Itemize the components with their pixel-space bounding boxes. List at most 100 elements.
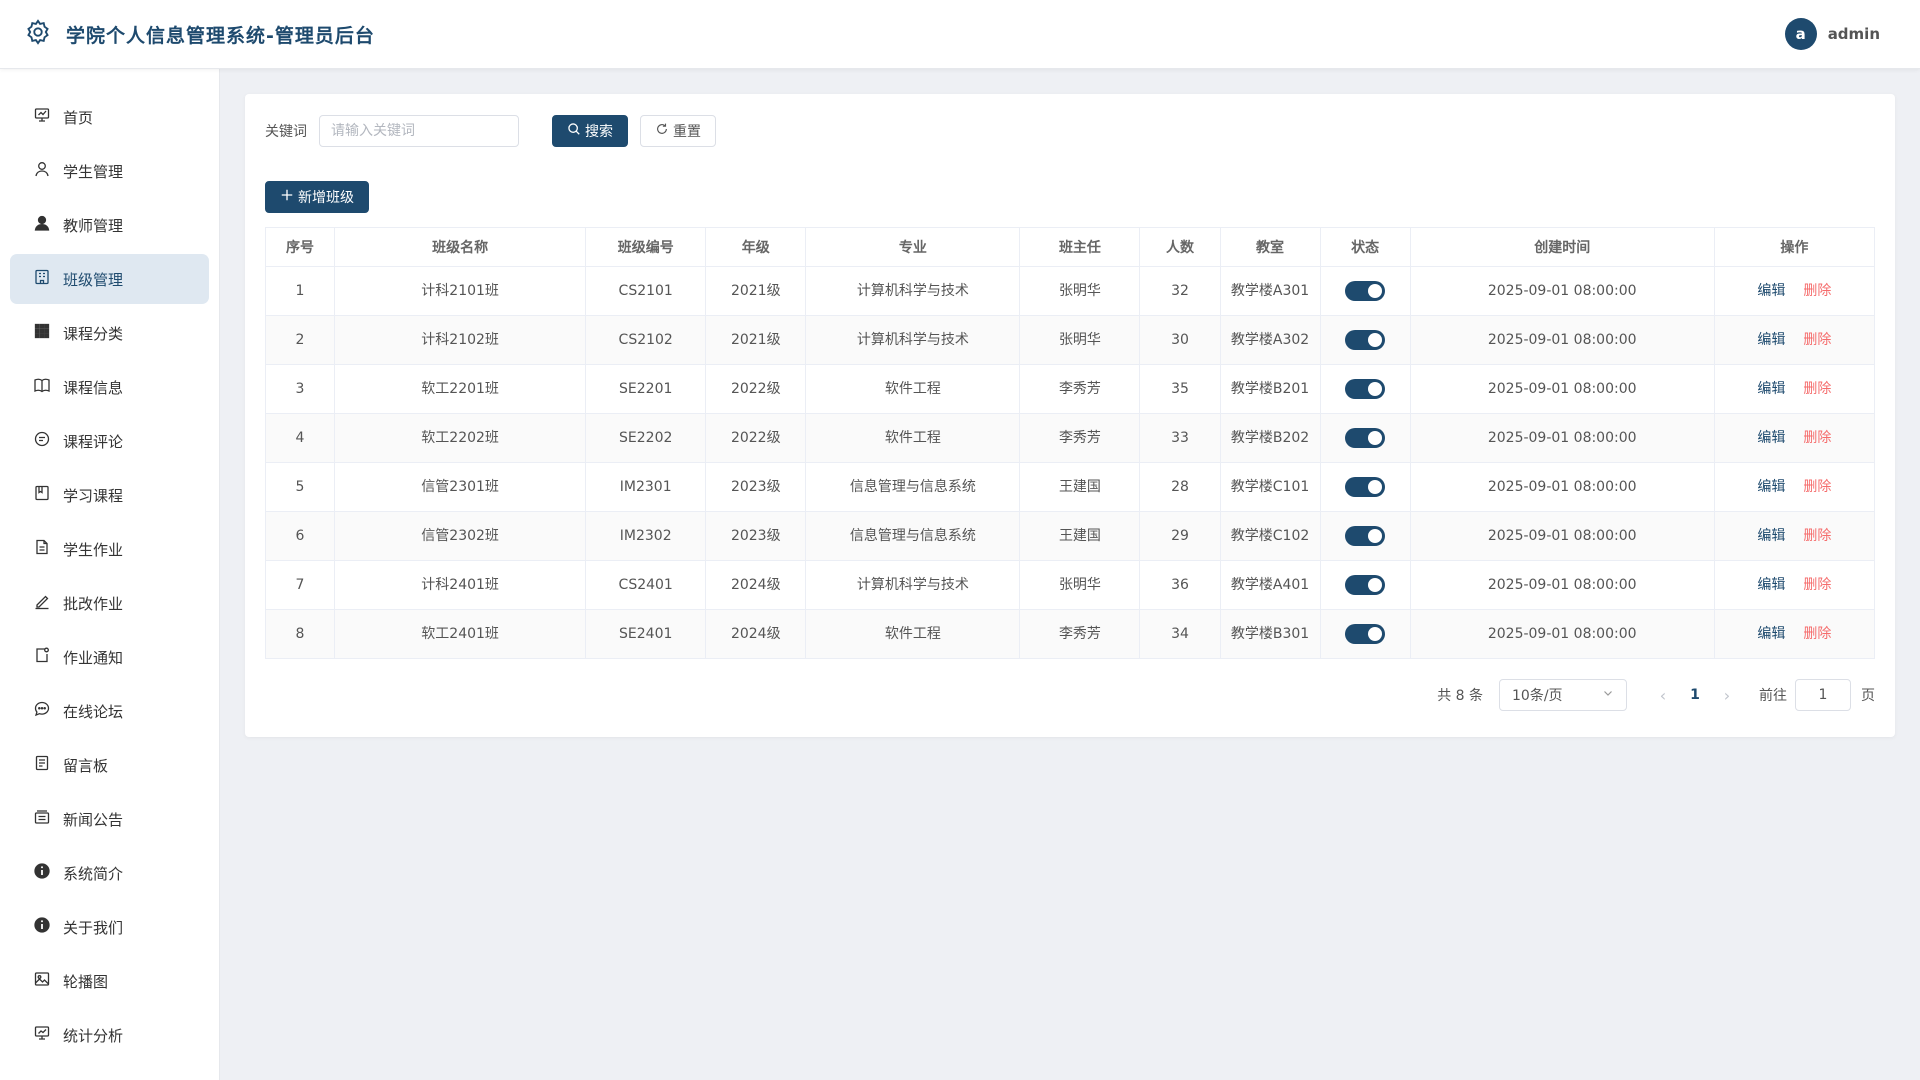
cell-code: CS2401	[585, 560, 707, 610]
cell-room: 教学楼C101	[1219, 462, 1321, 512]
search-bar: 关键词 搜索 重置	[265, 115, 1875, 147]
delete-link[interactable]: 删除	[1803, 430, 1831, 446]
cell-grade: 2022级	[705, 364, 807, 414]
cell-major: 软件工程	[805, 364, 1021, 414]
cell-actions: 编辑 删除	[1713, 560, 1876, 610]
cell-major: 计算机科学与技术	[805, 560, 1021, 610]
edit-link[interactable]: 编辑	[1757, 430, 1785, 446]
prev-page-button[interactable]: ‹	[1651, 686, 1675, 705]
search-button[interactable]: 搜索	[552, 115, 628, 147]
edit-link[interactable]: 编辑	[1757, 283, 1785, 299]
sidebar-item-6[interactable]: 课程评论	[10, 416, 209, 466]
document-icon	[33, 538, 51, 560]
sidebar-item-3[interactable]: 班级管理	[10, 254, 209, 304]
status-toggle[interactable]	[1345, 329, 1386, 350]
status-toggle[interactable]	[1345, 427, 1386, 448]
sidebar-item-2[interactable]: 教师管理	[10, 200, 209, 250]
sidebar-item-label: 班级管理	[63, 270, 124, 289]
edit-link[interactable]: 编辑	[1757, 479, 1785, 495]
next-page-button[interactable]: ›	[1715, 686, 1739, 705]
cell-count: 32	[1139, 266, 1221, 316]
user-menu[interactable]: a admin	[1784, 18, 1880, 50]
sidebar-item-13[interactable]: 新闻公告	[10, 794, 209, 844]
sidebar-item-9[interactable]: 批改作业	[10, 578, 209, 628]
edit-link[interactable]: 编辑	[1757, 528, 1785, 544]
cell-name: 计科2401班	[334, 560, 587, 610]
status-toggle[interactable]	[1345, 525, 1386, 546]
cell-created: 2025-09-01 08:00:00	[1409, 364, 1715, 414]
delete-link[interactable]: 删除	[1803, 479, 1831, 495]
sidebar-item-4[interactable]: 课程分类	[10, 308, 209, 358]
cell-major: 信息管理与信息系统	[805, 511, 1021, 561]
edit-link[interactable]: 编辑	[1757, 332, 1785, 348]
sidebar-item-label: 课程评论	[63, 432, 124, 451]
cell-room: 教学楼B201	[1219, 364, 1321, 414]
cell-created: 2025-09-01 08:00:00	[1409, 511, 1715, 561]
cell-actions: 编辑 删除	[1713, 609, 1876, 659]
cell-teacher: 张明华	[1019, 560, 1141, 610]
status-toggle[interactable]	[1345, 378, 1386, 399]
sidebar-item-12[interactable]: 留言板	[10, 740, 209, 790]
cell-actions: 编辑 删除	[1713, 315, 1876, 365]
sidebar-item-7[interactable]: 学习课程	[10, 470, 209, 520]
avatar[interactable]: a	[1784, 18, 1817, 50]
reset-button[interactable]: 重置	[640, 115, 716, 147]
cell-actions: 编辑 删除	[1713, 511, 1876, 561]
goto-page-input[interactable]	[1795, 679, 1851, 711]
delete-link[interactable]: 删除	[1803, 577, 1831, 593]
sidebar-item-11[interactable]: 在线论坛	[10, 686, 209, 736]
delete-link[interactable]: 删除	[1803, 381, 1831, 397]
column-header: 班级名称	[334, 227, 587, 267]
cell-count: 34	[1139, 609, 1221, 659]
page-number[interactable]: 1	[1679, 687, 1711, 703]
cell-count: 30	[1139, 315, 1221, 365]
edit-link[interactable]: 编辑	[1757, 577, 1785, 593]
page-size-value: 10条/页	[1512, 688, 1563, 704]
sidebar-item-15[interactable]: 关于我们	[10, 902, 209, 952]
cell-code: IM2302	[585, 511, 707, 561]
keyword-label: 关键词	[265, 124, 307, 140]
cell-no: 7	[264, 560, 336, 610]
delete-link[interactable]: 删除	[1803, 626, 1831, 642]
sidebar-item-label: 关于我们	[63, 918, 124, 937]
column-header: 人数	[1139, 227, 1221, 267]
delete-link[interactable]: 删除	[1803, 283, 1831, 299]
cell-count: 33	[1139, 413, 1221, 463]
cell-major: 计算机科学与技术	[805, 315, 1021, 365]
plus-icon	[280, 188, 294, 206]
status-toggle[interactable]	[1345, 476, 1386, 497]
cell-no: 2	[264, 315, 336, 365]
sidebar-item-10[interactable]: 作业通知	[10, 632, 209, 682]
edit-link[interactable]: 编辑	[1757, 381, 1785, 397]
class-table: 序号 班级名称 班级编号 年级 专业 班主任 人数 教室 状态 创建时间 操作 1 计科2101班 CS…	[264, 227, 1876, 659]
sidebar-item-label: 学生作业	[63, 540, 124, 559]
sidebar-item-label: 批改作业	[63, 594, 124, 613]
cell-created: 2025-09-01 08:00:00	[1409, 560, 1715, 610]
cell-actions: 编辑 删除	[1713, 266, 1876, 316]
delete-link[interactable]: 删除	[1803, 528, 1831, 544]
cell-actions: 编辑 删除	[1713, 462, 1876, 512]
keyword-input[interactable]	[319, 115, 519, 147]
sidebar-item-17[interactable]: 统计分析	[10, 1010, 209, 1060]
cell-room: 教学楼B202	[1219, 413, 1321, 463]
cell-grade: 2024级	[705, 609, 807, 659]
sidebar-item-5[interactable]: 课程信息	[10, 362, 209, 412]
username[interactable]: admin	[1828, 25, 1880, 43]
status-toggle[interactable]	[1345, 280, 1386, 301]
edit-link[interactable]: 编辑	[1757, 626, 1785, 642]
cell-code: CS2101	[585, 266, 707, 316]
sidebar-item-0[interactable]: 首页	[10, 92, 209, 142]
delete-link[interactable]: 删除	[1803, 332, 1831, 348]
sidebar-item-14[interactable]: 系统简介	[10, 848, 209, 898]
page-size-select[interactable]: 10条/页	[1499, 679, 1627, 711]
sidebar-item-8[interactable]: 学生作业	[10, 524, 209, 574]
sidebar-item-label: 教师管理	[63, 216, 124, 235]
table-row: 5 信管2301班 IM2301 2023级 信息管理与信息系统 王建国 28 教学楼C101…	[264, 462, 1876, 512]
sidebar-item-16[interactable]: 轮播图	[10, 956, 209, 1006]
brand: 学院个人信息管理系统-管理员后台	[24, 18, 375, 50]
sidebar-item-1[interactable]: 学生管理	[10, 146, 209, 196]
status-toggle[interactable]	[1345, 623, 1386, 644]
add-class-button[interactable]: 新增班级	[265, 181, 369, 213]
status-toggle[interactable]	[1345, 574, 1386, 595]
cell-status	[1319, 266, 1411, 316]
